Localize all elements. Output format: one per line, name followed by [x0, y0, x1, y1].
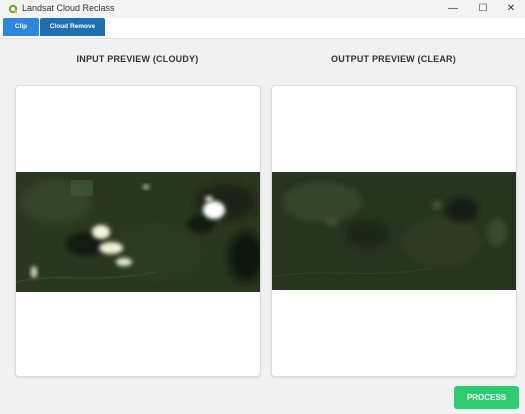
app-window: Landsat Cloud Reclass — ☐ ✕ Clip Cloud R… [0, 0, 525, 414]
main-content: INPUT PREVIEW (CLOUDY) OUTPUT PREVIEW (C… [4, 39, 522, 412]
output-preview-panel [271, 85, 517, 377]
input-satellite-image [16, 172, 260, 292]
output-satellite-image [272, 172, 516, 290]
tab-bar: Clip Cloud Remove [0, 18, 525, 39]
qgis-app-icon [8, 4, 18, 14]
tab-cloud-remove[interactable]: Cloud Remove [40, 18, 105, 36]
output-preview-heading: OUTPUT PREVIEW (CLEAR) [331, 54, 456, 64]
input-preview-panel [15, 85, 261, 377]
process-button[interactable]: PROCESS [454, 386, 519, 409]
input-preview-heading: INPUT PREVIEW (CLOUDY) [76, 54, 199, 64]
close-icon[interactable]: ✕ [496, 0, 525, 18]
tab-clip[interactable]: Clip [3, 18, 39, 36]
title-bar: Landsat Cloud Reclass — ☐ ✕ [0, 0, 525, 18]
maximize-icon[interactable]: ☐ [468, 0, 498, 18]
window-title: Landsat Cloud Reclass [22, 3, 115, 13]
minimize-icon[interactable]: — [438, 0, 468, 18]
